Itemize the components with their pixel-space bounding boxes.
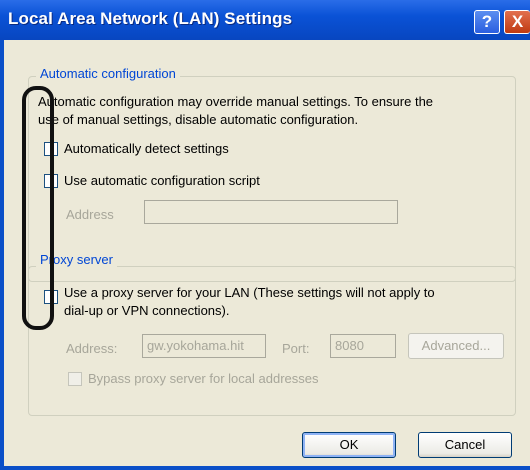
detect-settings-checkbox[interactable] (44, 142, 58, 156)
config-script-label[interactable]: Use automatic configuration script (64, 173, 260, 188)
close-button[interactable]: X (504, 10, 530, 34)
window-title: Local Area Network (LAN) Settings (8, 9, 293, 28)
proxy-port-label: Port: (282, 341, 310, 356)
window-bottom-border (4, 466, 530, 470)
proxy-server-legend: Proxy server (36, 252, 117, 267)
automatic-configuration-legend: Automatic configuration (36, 66, 180, 81)
dialog-body: Automatic configuration Automatic config… (4, 40, 530, 470)
use-proxy-checkbox[interactable] (44, 290, 58, 304)
script-address-input[interactable] (144, 200, 398, 224)
config-script-checkbox[interactable] (44, 174, 58, 188)
lan-settings-dialog: Local Area Network (LAN) Settings ? X Au… (0, 0, 530, 470)
proxy-port-input[interactable]: 8080 (330, 334, 396, 358)
script-address-label: Address (66, 207, 114, 222)
use-proxy-label-line1[interactable]: Use a proxy server for your LAN (These s… (64, 285, 435, 300)
detect-settings-label[interactable]: Automatically detect settings (64, 141, 229, 156)
auto-config-description-line2: use of manual settings, disable automati… (38, 112, 359, 127)
bypass-local-label[interactable]: Bypass proxy server for local addresses (88, 371, 318, 386)
use-proxy-label-line2[interactable]: dial-up or VPN connections). (64, 303, 229, 318)
bypass-local-checkbox[interactable] (68, 372, 82, 386)
proxy-address-label: Address: (66, 341, 118, 356)
help-button[interactable]: ? (474, 10, 500, 34)
ok-button[interactable]: OK (302, 432, 396, 458)
cancel-button[interactable]: Cancel (418, 432, 512, 458)
proxy-address-input[interactable]: gw.yokohama.hit (142, 334, 266, 358)
title-bar[interactable]: Local Area Network (LAN) Settings ? X (0, 0, 530, 40)
auto-config-description-line1: Automatic configuration may override man… (38, 94, 434, 109)
advanced-button[interactable]: Advanced... (408, 333, 504, 359)
